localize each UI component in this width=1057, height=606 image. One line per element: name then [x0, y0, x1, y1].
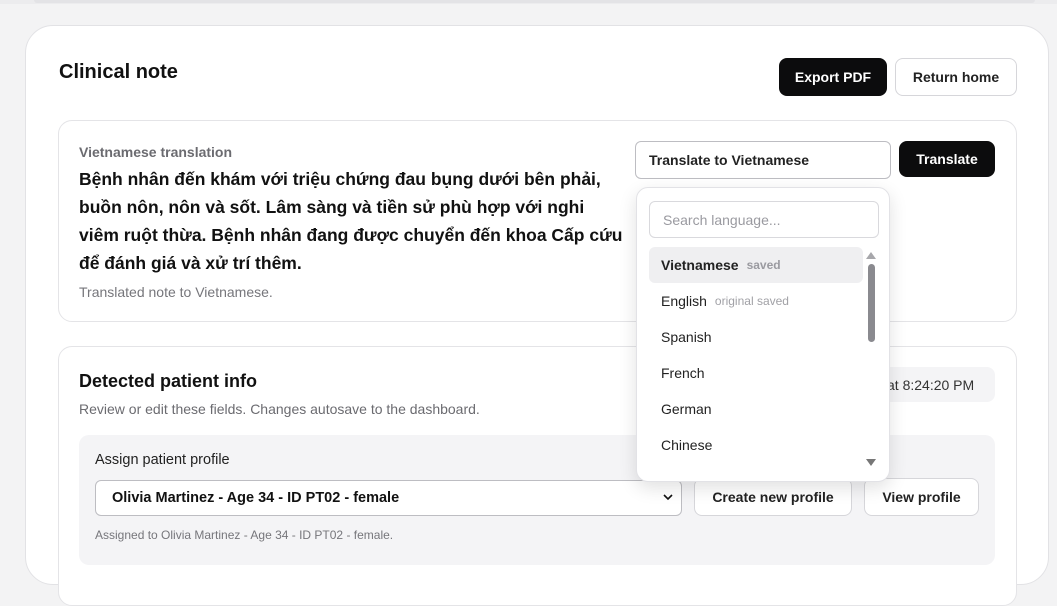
patient-info-title: Detected patient info: [79, 371, 258, 391]
translation-text: Bệnh nhân đến khám với triệu chứng đau b…: [79, 169, 623, 273]
dropdown-scrollbar[interactable]: [866, 250, 876, 468]
language-search-input[interactable]: Search language...: [649, 201, 879, 238]
chevron-down-icon: [663, 494, 673, 501]
create-new-profile-button[interactable]: Create new profile: [694, 478, 852, 516]
language-option-vietnamese[interactable]: Vietnamese saved: [649, 247, 863, 283]
language-option-chinese[interactable]: Chinese: [649, 427, 863, 463]
language-option-french[interactable]: French: [649, 355, 863, 391]
option-tag: saved: [746, 258, 781, 272]
clinical-note-card: Clinical note Export PDF Return home Vie…: [25, 25, 1049, 606]
scrollbar-thumb[interactable]: [868, 264, 875, 342]
patient-info-description: Review or edit these fields. Changes aut…: [79, 401, 480, 417]
translate-language-select[interactable]: Translate to Vietnamese: [635, 141, 891, 179]
patient-profile-select[interactable]: Olivia Martinez - Age 34 - ID PT02 - fem…: [95, 480, 682, 516]
scroll-down-arrow-icon[interactable]: [866, 459, 876, 466]
assigned-note: Assigned to Olivia Martinez - Age 34 - I…: [95, 528, 394, 542]
translation-label: Vietnamese translation: [79, 144, 233, 160]
option-label: German: [661, 401, 712, 417]
option-label: French: [661, 365, 705, 381]
translate-button[interactable]: Translate: [899, 141, 995, 177]
language-option-spanish[interactable]: Spanish: [649, 319, 863, 355]
language-option-english[interactable]: English original saved: [649, 283, 863, 319]
export-pdf-button[interactable]: Export PDF: [779, 58, 887, 96]
assign-profile-label: Assign patient profile: [95, 452, 230, 468]
option-tag: original saved: [714, 294, 789, 308]
translation-status: Translated note to Vietnamese.: [79, 284, 273, 300]
top-strip-edge: [34, 0, 1035, 3]
option-label: Chinese: [661, 437, 713, 453]
return-home-button[interactable]: Return home: [895, 58, 1017, 96]
patient-profile-selected: Olivia Martinez - Age 34 - ID PT02 - fem…: [112, 490, 400, 506]
language-option-german[interactable]: German: [649, 391, 863, 427]
top-strip: [0, 0, 1057, 4]
option-label: Spanish: [661, 329, 712, 345]
scroll-up-arrow-icon[interactable]: [866, 252, 876, 259]
language-dropdown: Search language... Vietnamese saved Engl…: [636, 187, 890, 482]
option-label: Vietnamese: [661, 257, 739, 273]
page-title: Clinical note: [59, 61, 178, 83]
option-label: English: [661, 293, 707, 309]
view-profile-button[interactable]: View profile: [864, 478, 979, 516]
